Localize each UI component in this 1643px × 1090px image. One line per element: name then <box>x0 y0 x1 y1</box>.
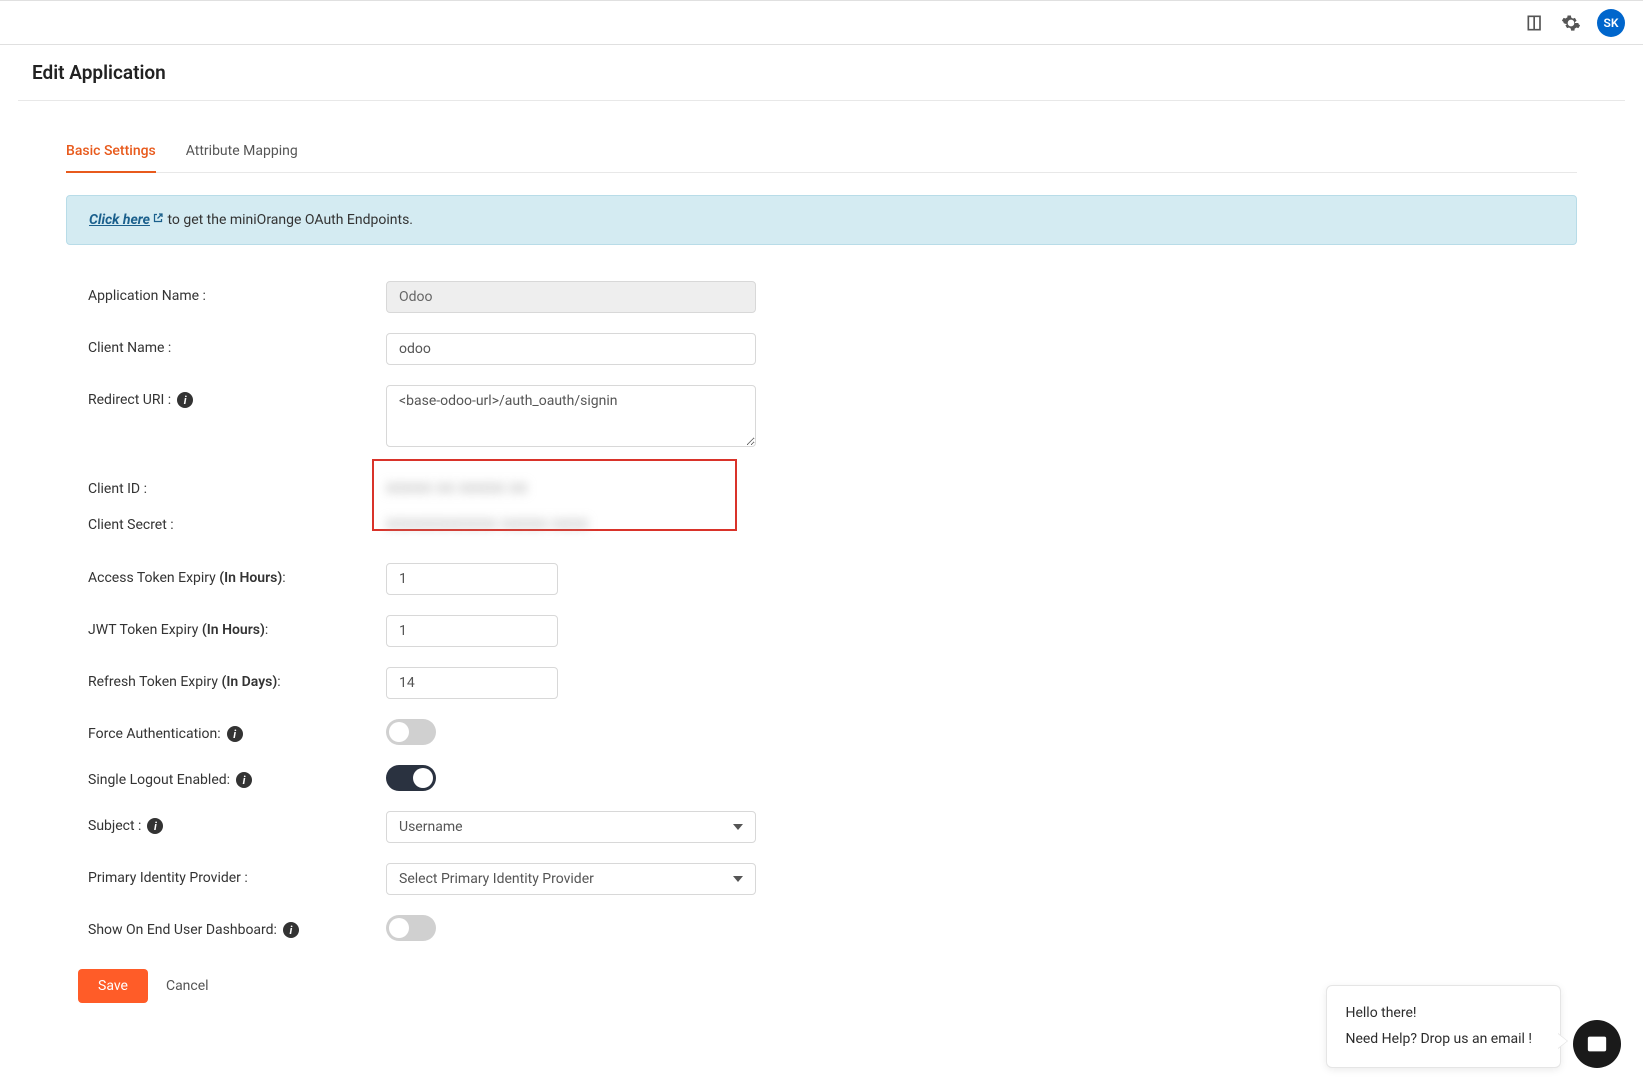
chat-line-2: Need Help? Drop us an email ! <box>1345 1026 1532 1053</box>
label-access-token-expiry: Access Token Expiry (In Hours): <box>88 563 386 586</box>
show-dashboard-toggle[interactable] <box>386 915 436 941</box>
access-token-expiry-input[interactable] <box>386 563 558 595</box>
info-icon[interactable]: i <box>177 392 193 408</box>
redirect-uri-textarea[interactable] <box>386 385 756 447</box>
subject-select[interactable]: Username <box>386 811 756 843</box>
row-force-authentication: Force Authentication: i <box>88 719 1555 745</box>
info-icon[interactable]: i <box>236 772 252 788</box>
label-show-dashboard: Show On End User Dashboard: i <box>88 915 386 938</box>
row-access-token-expiry: Access Token Expiry (In Hours): <box>88 563 1555 595</box>
label-client-name: Client Name : <box>88 333 386 356</box>
label-force-authentication: Force Authentication: i <box>88 719 386 742</box>
info-icon[interactable]: i <box>147 818 163 834</box>
save-button[interactable]: Save <box>78 969 148 1003</box>
info-icon[interactable]: i <box>283 922 299 938</box>
tab-basic-settings[interactable]: Basic Settings <box>66 131 156 173</box>
label-client-secret: Client Secret : <box>88 517 386 533</box>
page-header: Edit Application <box>0 45 1643 100</box>
click-here-link[interactable]: Click here <box>89 212 164 228</box>
row-refresh-token-expiry: Refresh Token Expiry (In Days): <box>88 667 1555 699</box>
banner-text: to get the miniOrange OAuth Endpoints. <box>164 212 413 228</box>
jwt-token-expiry-input[interactable] <box>386 615 558 647</box>
row-client-name: Client Name : <box>88 333 1555 365</box>
row-application-name: Application Name : <box>88 281 1555 313</box>
cancel-button[interactable]: Cancel <box>166 978 209 994</box>
row-primary-idp: Primary Identity Provider : Select Prima… <box>88 863 1555 895</box>
label-jwt-token-expiry: JWT Token Expiry (In Hours): <box>88 615 386 638</box>
force-authentication-toggle[interactable] <box>386 719 436 745</box>
client-secret-value: XXXXXXXXXXXX XXXXX XXXX <box>386 517 589 533</box>
label-subject: Subject : i <box>88 811 386 834</box>
credentials-block: Client ID : XXXXX XX XXXXX XX Client Sec… <box>88 471 1555 543</box>
tabs: Basic Settings Attribute Mapping <box>66 131 1577 173</box>
row-single-logout: Single Logout Enabled: i <box>88 765 1555 791</box>
label-client-id: Client ID : <box>88 481 386 497</box>
row-client-id: Client ID : XXXXX XX XXXXX XX <box>88 471 1555 507</box>
label-redirect-uri: Redirect URI : i <box>88 385 386 408</box>
divider <box>18 100 1625 101</box>
application-name-input <box>386 281 756 313</box>
info-icon[interactable]: i <box>227 726 243 742</box>
endpoints-banner: Click here to get the miniOrange OAuth E… <box>66 195 1577 245</box>
refresh-token-expiry-input[interactable] <box>386 667 558 699</box>
avatar[interactable]: SK <box>1597 9 1625 37</box>
label-application-name: Application Name : <box>88 281 386 304</box>
chat-fab[interactable] <box>1573 1020 1621 1068</box>
topbar: SK <box>0 0 1643 45</box>
chat-line-1: Hello there! <box>1345 1000 1532 1027</box>
row-jwt-token-expiry: JWT Token Expiry (In Hours): <box>88 615 1555 647</box>
gear-icon[interactable] <box>1561 13 1581 33</box>
chat-popup: Hello there! Need Help? Drop us an email… <box>1326 985 1561 1068</box>
label-single-logout: Single Logout Enabled: i <box>88 765 386 788</box>
tab-attribute-mapping[interactable]: Attribute Mapping <box>186 131 298 173</box>
page-title: Edit Application <box>32 61 1611 84</box>
single-logout-toggle[interactable] <box>386 765 436 791</box>
label-primary-idp: Primary Identity Provider : <box>88 863 386 886</box>
form: Application Name : Client Name : Redirec… <box>88 281 1555 941</box>
external-link-icon <box>152 212 164 228</box>
row-redirect-uri: Redirect URI : i <box>88 385 1555 451</box>
label-refresh-token-expiry: Refresh Token Expiry (In Days): <box>88 667 386 690</box>
client-id-value: XXXXX XX XXXXX XX <box>386 481 528 497</box>
row-show-dashboard: Show On End User Dashboard: i <box>88 915 1555 941</box>
row-subject: Subject : i Username <box>88 811 1555 843</box>
book-icon[interactable] <box>1525 13 1545 33</box>
client-name-input[interactable] <box>386 333 756 365</box>
primary-idp-select[interactable]: Select Primary Identity Provider <box>386 863 756 895</box>
row-client-secret: Client Secret : XXXXXXXXXXXX XXXXX XXXX <box>88 507 1555 543</box>
mail-icon <box>1586 1033 1608 1055</box>
